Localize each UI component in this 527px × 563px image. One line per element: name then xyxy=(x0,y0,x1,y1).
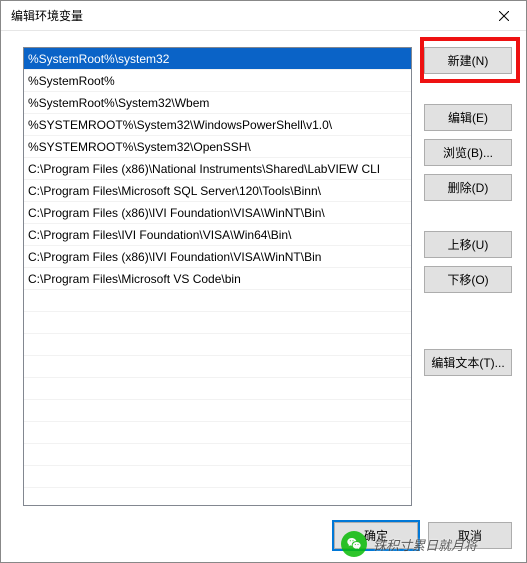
window-title: 编辑环境变量 xyxy=(11,7,482,24)
list-item[interactable]: C:\Program Files\IVI Foundation\VISA\Win… xyxy=(24,224,411,246)
side-buttons: 新建(N) 编辑(E) 浏览(B)... 删除(D) 上移(U) 下移(O) 编… xyxy=(424,47,512,506)
edit-button[interactable]: 编辑(E) xyxy=(424,104,512,131)
move-down-button[interactable]: 下移(O) xyxy=(424,266,512,293)
list-item[interactable]: C:\Program Files (x86)\National Instrume… xyxy=(24,158,411,180)
list-item[interactable] xyxy=(24,334,411,356)
list-item[interactable]: C:\Program Files (x86)\IVI Foundation\VI… xyxy=(24,202,411,224)
edit-text-button[interactable]: 编辑文本(T)... xyxy=(424,349,512,376)
list-item[interactable]: %SYSTEMROOT%\System32\OpenSSH\ xyxy=(24,136,411,158)
dialog-button-bar: 确定 取消 xyxy=(1,518,526,562)
list-item[interactable]: %SystemRoot% xyxy=(24,70,411,92)
list-item[interactable]: %SystemRoot%\System32\Wbem xyxy=(24,92,411,114)
client-area: %SystemRoot%\system32%SystemRoot%%System… xyxy=(1,31,526,518)
list-item[interactable] xyxy=(24,466,411,488)
titlebar: 编辑环境变量 xyxy=(1,1,526,31)
list-item[interactable]: %SystemRoot%\system32 xyxy=(24,48,411,70)
list-item[interactable]: C:\Program Files\Microsoft VS Code\bin xyxy=(24,268,411,290)
close-icon xyxy=(499,11,509,21)
move-up-button[interactable]: 上移(U) xyxy=(424,231,512,258)
list-item[interactable] xyxy=(24,290,411,312)
list-item[interactable] xyxy=(24,356,411,378)
delete-button[interactable]: 删除(D) xyxy=(424,174,512,201)
list-item[interactable]: C:\Program Files (x86)\IVI Foundation\VI… xyxy=(24,246,411,268)
list-item[interactable] xyxy=(24,444,411,466)
cancel-button[interactable]: 取消 xyxy=(428,522,512,549)
list-item[interactable] xyxy=(24,400,411,422)
browse-button[interactable]: 浏览(B)... xyxy=(424,139,512,166)
list-item[interactable]: %SYSTEMROOT%\System32\WindowsPowerShell\… xyxy=(24,114,411,136)
list-item[interactable] xyxy=(24,378,411,400)
list-item[interactable]: C:\Program Files\Microsoft SQL Server\12… xyxy=(24,180,411,202)
ok-button[interactable]: 确定 xyxy=(334,522,418,549)
dialog-window: 编辑环境变量 %SystemRoot%\system32%SystemRoot%… xyxy=(0,0,527,563)
list-wrap: %SystemRoot%\system32%SystemRoot%%System… xyxy=(23,47,412,506)
close-button[interactable] xyxy=(482,1,526,31)
list-item[interactable] xyxy=(24,312,411,334)
path-listbox[interactable]: %SystemRoot%\system32%SystemRoot%%System… xyxy=(23,47,412,506)
new-button[interactable]: 新建(N) xyxy=(424,47,512,74)
list-item[interactable] xyxy=(24,422,411,444)
